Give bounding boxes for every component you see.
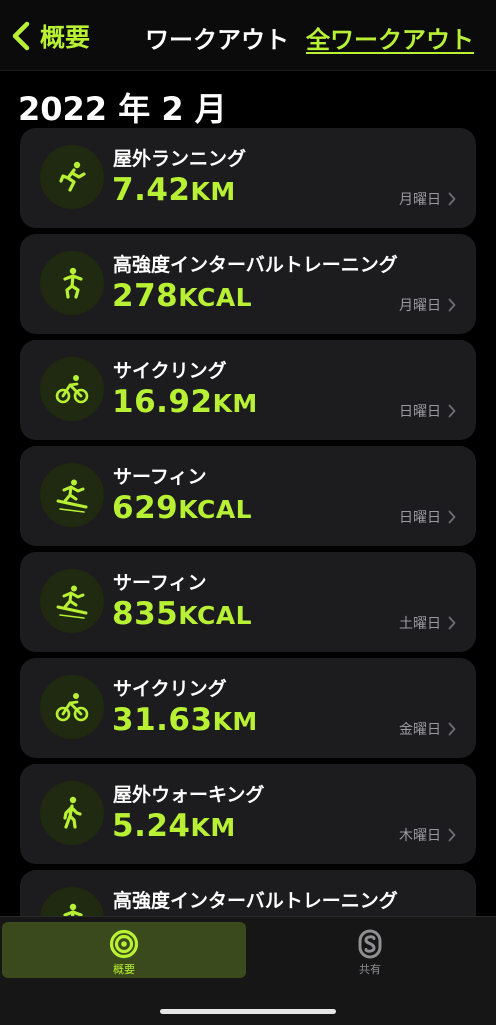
- workout-day-label: 金曜日: [399, 722, 441, 738]
- workout-card[interactable]: サイクリング 31.63KM 金曜日: [20, 658, 476, 758]
- tab-sharing[interactable]: 共有: [248, 922, 492, 978]
- workout-name: 屋外ランニング: [113, 148, 247, 170]
- chevron-right-icon: [448, 298, 456, 312]
- walking-icon: [63, 796, 82, 829]
- workout-day-label: 日曜日: [399, 510, 441, 526]
- workout-metric: 629KCAL: [112, 490, 252, 526]
- workout-card[interactable]: 高強度インターバルトレーニング 278KCAL 月曜日: [20, 234, 476, 334]
- workout-day-label: 木曜日: [399, 828, 441, 844]
- workout-icon-badge: [40, 251, 104, 315]
- workout-icon-badge: [40, 463, 104, 527]
- workout-value: 5.24: [112, 808, 191, 844]
- workout-name: サーフィン: [113, 466, 207, 488]
- workout-value: 278: [112, 278, 179, 314]
- chevron-right-icon: [448, 616, 456, 630]
- workout-metric: 835KCAL: [112, 596, 252, 632]
- workout-name: サイクリング: [113, 678, 227, 700]
- home-indicator: [160, 1009, 336, 1014]
- workout-icon-badge: [40, 569, 104, 633]
- workout-day-label: 日曜日: [399, 404, 441, 420]
- workout-unit: KM: [190, 813, 236, 842]
- workout-list: 屋外ランニング 7.42KM 月曜日 高強度インターバルトレーニング 278KCAL 月曜…: [20, 128, 476, 976]
- workout-icon-badge: [40, 675, 104, 739]
- chevron-right-icon: [448, 192, 456, 206]
- cycling-icon: [55, 693, 89, 722]
- workout-day: 月曜日: [399, 295, 456, 315]
- workout-metric: 5.24KM: [112, 808, 236, 844]
- workout-unit: KM: [212, 389, 258, 418]
- workout-day: 木曜日: [399, 825, 456, 845]
- workout-name: サイクリング: [113, 360, 227, 382]
- section-title: 2022 年 2 月: [18, 90, 227, 128]
- workout-name: 高強度インターバルトレーニング: [113, 890, 398, 912]
- workout-unit: KM: [190, 177, 236, 206]
- workout-unit: KM: [212, 707, 258, 736]
- workout-value: 31.63: [112, 702, 213, 738]
- activity-rings-icon: [109, 929, 139, 959]
- workout-card[interactable]: サイクリング 16.92KM 日曜日: [20, 340, 476, 440]
- workout-name: サーフィン: [113, 572, 207, 594]
- tab-summary[interactable]: 概要: [2, 922, 246, 978]
- workout-day: 金曜日: [399, 719, 456, 739]
- workout-icon-badge: [40, 357, 104, 421]
- workout-card[interactable]: 屋外ウォーキング 5.24KM 木曜日: [20, 764, 476, 864]
- chevron-right-icon: [448, 828, 456, 842]
- workout-metric: 278KCAL: [112, 278, 252, 314]
- workout-value: 7.42: [112, 172, 191, 208]
- back-label: 概要: [40, 23, 91, 52]
- workout-metric: 16.92KM: [112, 384, 258, 420]
- workout-value: 629: [112, 490, 179, 526]
- back-button[interactable]: 概要: [10, 18, 90, 54]
- workout-name: 高強度インターバルトレーニング: [113, 254, 398, 276]
- workout-day-label: 月曜日: [399, 192, 441, 208]
- chevron-right-icon: [448, 722, 456, 736]
- chevron-right-icon: [448, 510, 456, 524]
- workout-day-label: 月曜日: [399, 298, 441, 314]
- workout-unit: KCAL: [178, 601, 253, 630]
- chevron-right-icon: [448, 404, 456, 418]
- workout-value: 16.92: [112, 384, 213, 420]
- sharing-icon: [358, 929, 382, 959]
- hiit-icon: [63, 267, 83, 299]
- workout-day: 土曜日: [399, 613, 456, 633]
- workout-day: 日曜日: [399, 401, 456, 421]
- workout-card[interactable]: 屋外ランニング 7.42KM 月曜日: [20, 128, 476, 228]
- tab-sharing-label: 共有: [359, 963, 381, 976]
- workout-icon-badge: [40, 781, 104, 845]
- workout-name: 屋外ウォーキング: [113, 784, 265, 806]
- workout-icon-badge: [40, 145, 104, 209]
- page-title: ワークアウト: [145, 26, 289, 54]
- workout-metric: 31.63KM: [112, 702, 258, 738]
- workout-day: 日曜日: [399, 507, 456, 527]
- cycling-icon: [55, 375, 89, 404]
- navigation-bar: 概要 ワークアウト 全ワークアウト: [0, 0, 496, 71]
- all-workouts-link[interactable]: 全ワークアウト: [306, 20, 474, 55]
- workout-value: 835: [112, 596, 179, 632]
- surfing-icon: [56, 585, 88, 619]
- workout-day: 月曜日: [399, 189, 456, 209]
- workout-card[interactable]: サーフィン 629KCAL 日曜日: [20, 446, 476, 546]
- workout-day-label: 土曜日: [399, 616, 441, 632]
- workout-metric: 7.42KM: [112, 172, 236, 208]
- chevron-left-icon: [12, 21, 30, 51]
- workout-unit: KCAL: [178, 495, 253, 524]
- running-icon: [59, 161, 86, 192]
- surfing-icon: [56, 479, 88, 513]
- tab-summary-label: 概要: [113, 963, 135, 976]
- workout-card[interactable]: サーフィン 835KCAL 土曜日: [20, 552, 476, 652]
- workout-unit: KCAL: [178, 283, 253, 312]
